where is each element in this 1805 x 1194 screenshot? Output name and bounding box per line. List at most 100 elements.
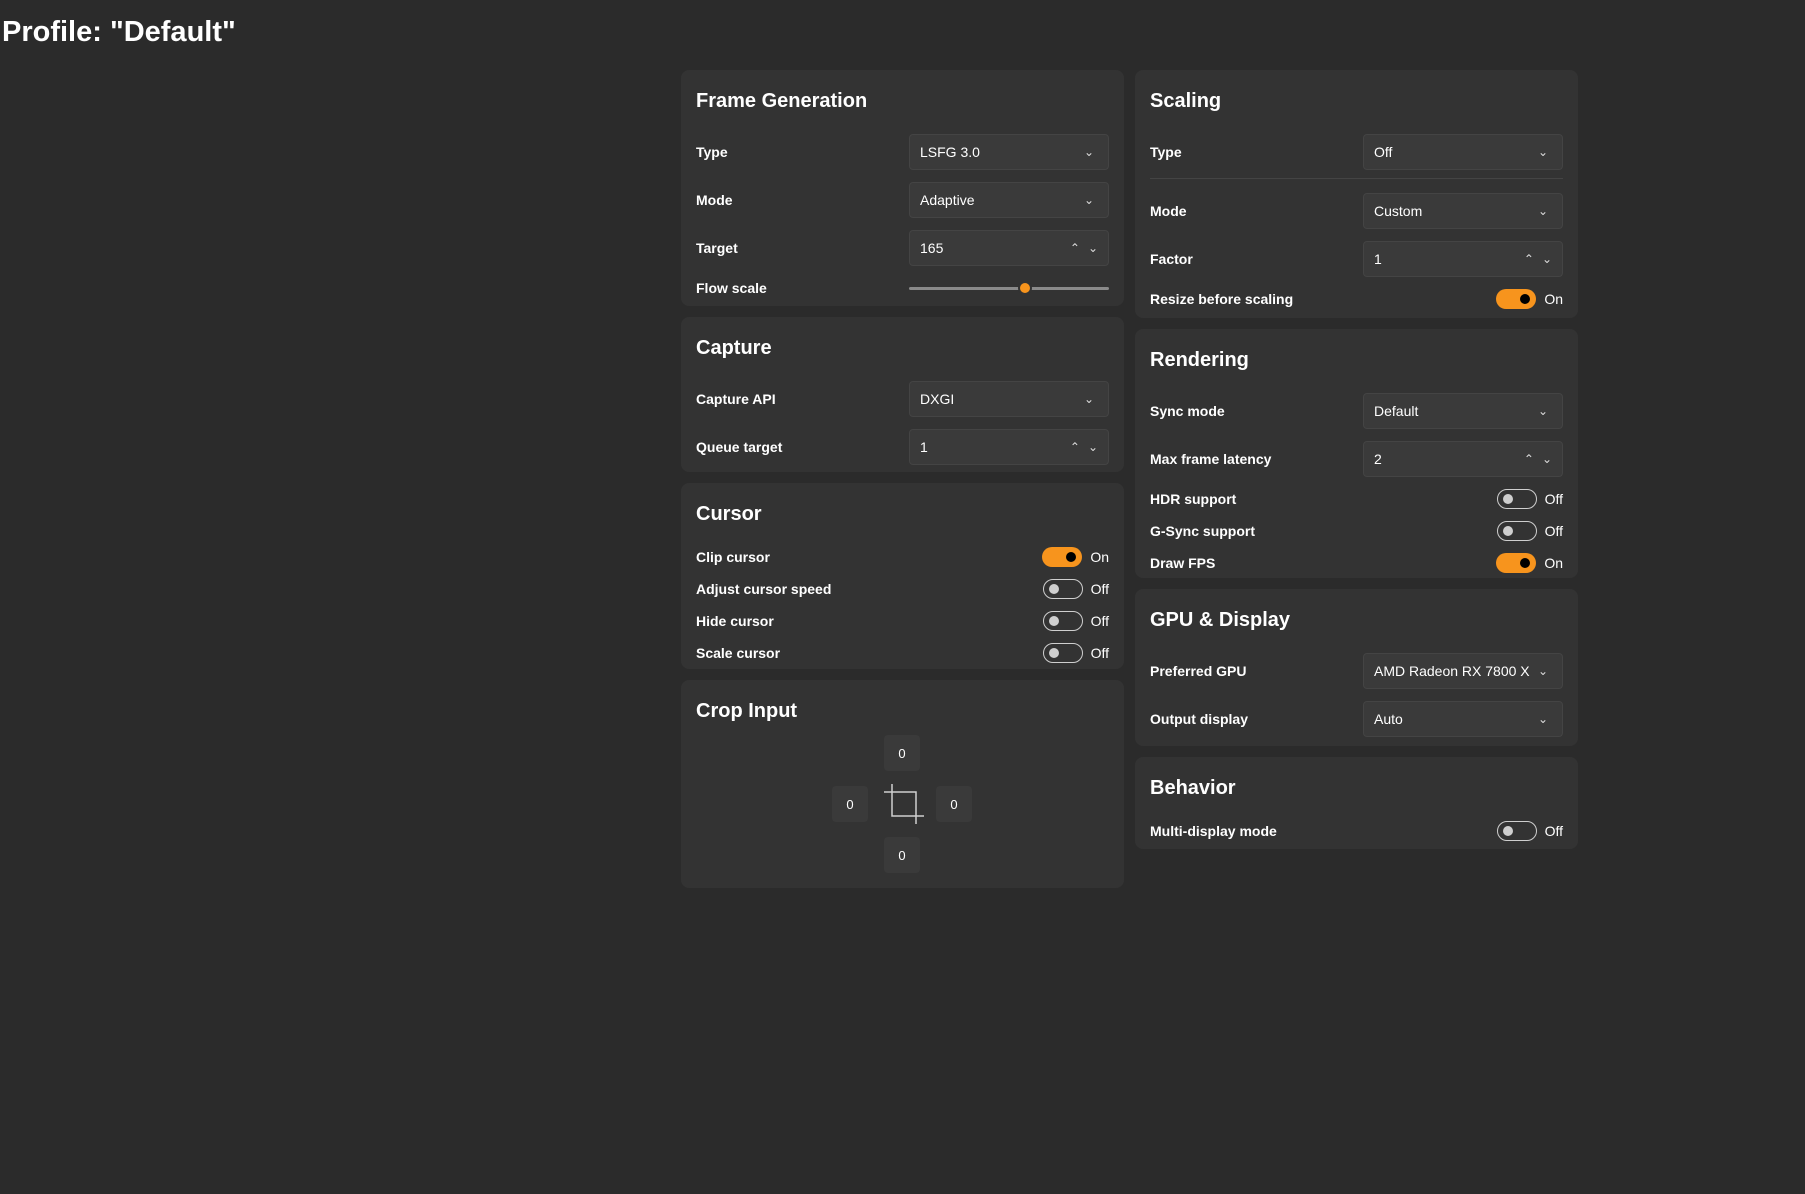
resize-toggle[interactable] [1496,289,1537,309]
fg-mode-value: Adaptive [920,192,975,208]
crop-left-input[interactable]: 0 [832,786,868,822]
frame-generation-card: Frame Generation Type LSFG 3.0 ⌄ Mode Ad… [681,70,1124,306]
scaling-mode-label: Mode [1150,203,1187,219]
chevron-down-icon: ⌄ [1537,204,1549,218]
preferred-gpu-dropdown[interactable]: AMD Radeon RX 7800 X ⌄ [1363,653,1563,689]
chevron-down-icon: ⌄ [1083,145,1095,159]
queue-target-label: Queue target [696,439,783,455]
queue-target-stepper[interactable]: 1 ⌃ ⌄ [909,429,1109,465]
capture-api-value: DXGI [920,391,955,407]
toggle-knob [1502,494,1513,504]
queue-target-row: Queue target 1 ⌃ ⌄ [696,423,1109,471]
flow-scale-slider[interactable] [909,278,1109,298]
draw-fps-row: Draw FPS On [1150,547,1563,579]
toggle-state-text: On [1090,549,1109,565]
multi-display-toggle[interactable] [1496,821,1537,841]
chevron-down-icon[interactable]: ⌄ [1542,452,1552,466]
fg-target-stepper[interactable]: 165 ⌃ ⌄ [909,230,1109,266]
cursor-row: Hide cursor Off [696,605,1109,637]
scale-cursor-label: Scale cursor [696,645,781,661]
clip-cursor-label: Clip cursor [696,549,770,565]
crop-top-input[interactable]: 0 [884,735,920,771]
fg-flow-scale-row: Flow scale [696,272,1109,304]
scaling-title: Scaling [1150,90,1222,112]
output-display-dropdown[interactable]: Auto ⌄ [1363,701,1563,737]
capture-title: Capture [696,337,772,359]
toggle-knob [1066,552,1077,562]
fg-mode-dropdown[interactable]: Adaptive ⌄ [909,182,1109,218]
crop-bottom-input[interactable]: 0 [884,837,920,873]
toggle-state-text: Off [1544,823,1563,839]
crop-input-card: Crop Input 0 0 0 0 [681,680,1124,888]
adjust-cursor-speed-label: Adjust cursor speed [696,581,832,597]
chevron-up-icon[interactable]: ⌃ [1524,452,1534,466]
sync-mode-label: Sync mode [1150,403,1225,419]
chevron-down-icon[interactable]: ⌄ [1088,440,1098,454]
rendering-title: Rendering [1150,349,1249,371]
resize-row: Resize before scaling On [1150,283,1563,315]
toggle-knob [1048,648,1059,658]
capture-card: Capture Capture API DXGI ⌄ Queue target … [681,317,1124,472]
capture-api-row: Capture API DXGI ⌄ [696,375,1109,423]
left-column: Frame Generation Type LSFG 3.0 ⌄ Mode Ad… [681,70,1124,899]
chevron-up-icon[interactable]: ⌃ [1070,241,1080,255]
scale-cursor-toggle[interactable] [1042,643,1083,663]
multi-display-row: Multi-display mode Off [1150,815,1563,847]
preferred-gpu-label: Preferred GPU [1150,663,1247,679]
chevron-down-icon: ⌄ [1083,392,1095,406]
chevron-down-icon[interactable]: ⌄ [1088,241,1098,255]
cursor-title: Cursor [696,503,762,525]
capture-api-dropdown[interactable]: DXGI ⌄ [909,381,1109,417]
hdr-toggle[interactable] [1496,489,1537,509]
clip-cursor-toggle[interactable] [1042,547,1083,567]
right-column: Scaling Type Off ⌄ Mode Custom ⌄ Factor … [1135,70,1578,860]
fg-target-row: Target 165 ⌃ ⌄ [696,224,1109,272]
toggle-state-text: Off [1090,613,1109,629]
gsync-toggle[interactable] [1496,521,1537,541]
crop-icon [884,784,924,824]
fg-target-value: 165 [920,240,944,256]
fg-type-label: Type [696,144,728,160]
fg-type-row: Type LSFG 3.0 ⌄ [696,128,1109,176]
output-display-label: Output display [1150,711,1248,727]
preferred-gpu-row: Preferred GPU AMD Radeon RX 7800 X ⌄ [1150,647,1563,695]
preferred-gpu-value: AMD Radeon RX 7800 X [1374,663,1530,679]
slider-thumb[interactable] [1018,281,1032,295]
chevron-down-icon: ⌄ [1537,145,1549,159]
sync-mode-row: Sync mode Default ⌄ [1150,387,1563,435]
fg-target-label: Target [696,240,738,256]
chevron-down-icon: ⌄ [1537,404,1549,418]
chevron-up-icon[interactable]: ⌃ [1070,440,1080,454]
sync-mode-value: Default [1374,403,1419,419]
scaling-mode-value: Custom [1374,203,1423,219]
sync-mode-dropdown[interactable]: Default ⌄ [1363,393,1563,429]
draw-fps-label: Draw FPS [1150,555,1216,571]
latency-stepper[interactable]: 2 ⌃ ⌄ [1363,441,1563,477]
cursor-row: Clip cursor On [696,541,1109,573]
hdr-row: HDR support Off [1150,483,1563,515]
gsync-label: G-Sync support [1150,523,1256,539]
resize-label: Resize before scaling [1150,291,1294,307]
behavior-card: Behavior Multi-display mode Off [1135,757,1578,849]
chevron-down-icon[interactable]: ⌄ [1542,252,1552,266]
draw-fps-toggle[interactable] [1496,553,1537,573]
scaling-type-label: Type [1150,144,1182,160]
scaling-factor-stepper[interactable]: 1 ⌃ ⌄ [1363,241,1563,277]
chevron-up-icon[interactable]: ⌃ [1524,252,1534,266]
crop-right-input[interactable]: 0 [936,786,972,822]
hdr-label: HDR support [1150,491,1237,507]
behavior-title: Behavior [1150,777,1236,799]
scaling-mode-dropdown[interactable]: Custom ⌄ [1363,193,1563,229]
cursor-row: Scale cursor Off [696,637,1109,669]
fg-mode-label: Mode [696,192,733,208]
toggle-state-text: Off [1090,581,1109,597]
hide-cursor-toggle[interactable] [1042,611,1083,631]
fg-type-dropdown[interactable]: LSFG 3.0 ⌄ [909,134,1109,170]
scaling-type-dropdown[interactable]: Off ⌄ [1363,134,1563,170]
toggle-knob [1048,584,1059,594]
scaling-mode-row: Mode Custom ⌄ [1150,187,1563,235]
chevron-down-icon: ⌄ [1537,664,1549,678]
adjust-cursor-speed-toggle[interactable] [1042,579,1083,599]
gpu-display-title: GPU & Display [1150,609,1291,631]
scaling-card: Scaling Type Off ⌄ Mode Custom ⌄ Factor … [1135,70,1578,318]
